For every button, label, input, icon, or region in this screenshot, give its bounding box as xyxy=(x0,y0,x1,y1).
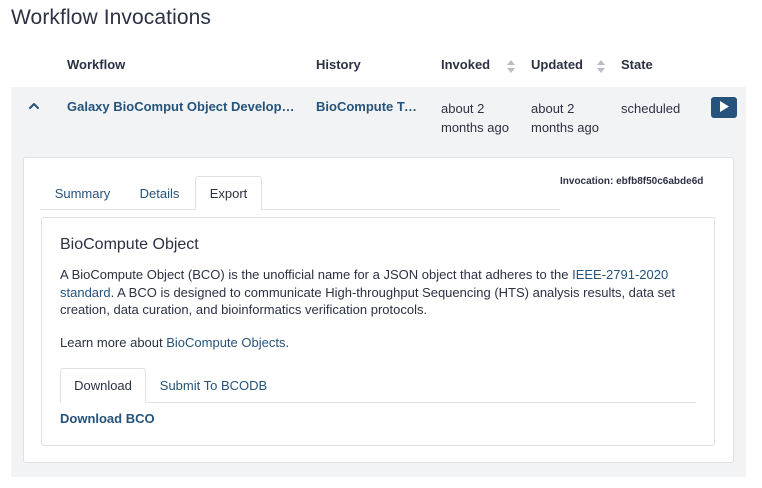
subtab-download[interactable]: Download xyxy=(60,368,146,403)
invoked-line-1: about 2 xyxy=(441,101,485,116)
table-row-footer xyxy=(11,465,746,477)
updated-cell: about 2 months ago xyxy=(531,99,599,137)
bco-title: BioCompute Object xyxy=(60,236,199,253)
invoked-cell: about 2 months ago xyxy=(441,99,509,137)
run-workflow-button[interactable] xyxy=(711,97,737,118)
column-header-history[interactable]: History xyxy=(316,57,361,72)
bco-description: A BioCompute Object (BCO) is the unoffic… xyxy=(60,266,700,319)
sort-icon[interactable] xyxy=(507,60,515,73)
biocompute-objects-link[interactable]: BioCompute Objects xyxy=(166,335,285,350)
updated-line-1: about 2 xyxy=(531,101,575,116)
bco-description-text-2: . A BCO is designed to communicate High-… xyxy=(60,284,675,318)
tab-export[interactable]: Export xyxy=(195,176,262,210)
updated-line-2: months ago xyxy=(531,120,599,135)
state-cell: scheduled xyxy=(621,101,681,116)
column-header-updated[interactable]: Updated xyxy=(531,57,583,72)
bco-description-text: A BioCompute Object (BCO) is the unoffic… xyxy=(60,267,573,282)
subtab-submit-to-bcodb[interactable]: Submit To BCODB xyxy=(147,368,280,403)
column-header-workflow[interactable]: Workflow xyxy=(67,57,125,72)
tab-details[interactable]: Details xyxy=(125,176,194,210)
workflow-name-link[interactable]: Galaxy BioComput Object Developm… xyxy=(67,99,299,114)
download-bco-link[interactable]: Download BCO xyxy=(60,411,155,426)
invocation-id: Invocation: ebfb8f50c6abde6d xyxy=(560,176,704,187)
history-name-link[interactable]: BioCompute Te… xyxy=(316,99,422,114)
tab-summary[interactable]: Summary xyxy=(41,176,124,210)
learn-more-prefix: Learn more about xyxy=(60,335,167,350)
sort-icon[interactable] xyxy=(597,60,605,73)
learn-more-suffix: . xyxy=(285,335,290,350)
page-title: Workflow Invocations xyxy=(11,6,212,29)
chevron-up-icon[interactable] xyxy=(27,99,41,113)
column-header-state: State xyxy=(621,57,653,72)
column-header-invoked[interactable]: Invoked xyxy=(441,57,490,72)
play-icon xyxy=(719,99,729,117)
invoked-line-2: months ago xyxy=(441,120,509,135)
learn-more-text: Learn more about BioCompute Objects. xyxy=(60,335,289,350)
